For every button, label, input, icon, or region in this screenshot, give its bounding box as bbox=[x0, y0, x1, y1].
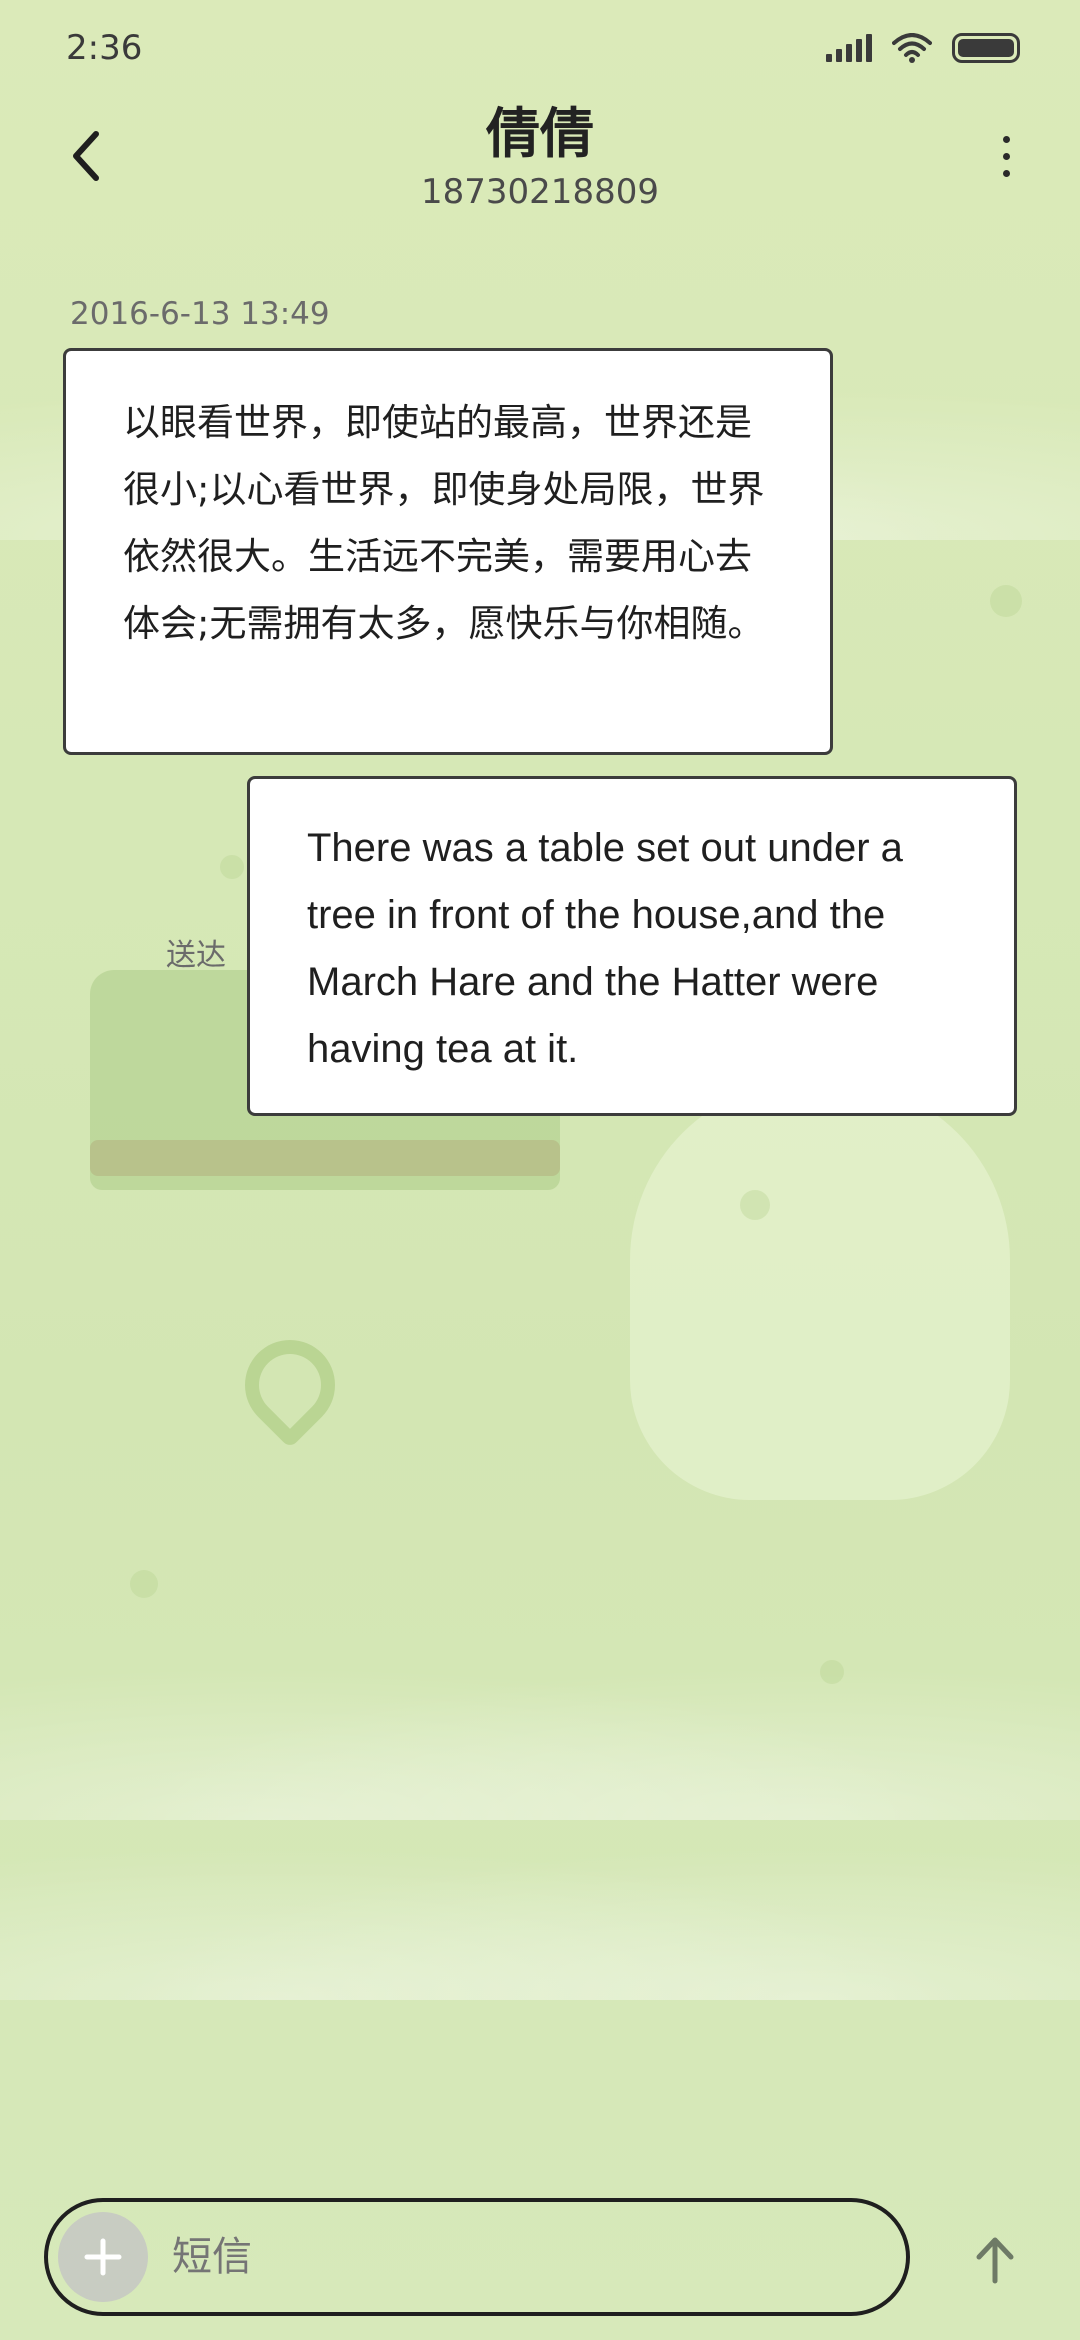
contact-info: 倩倩 18730218809 bbox=[0, 96, 1080, 212]
background-dot bbox=[820, 1660, 844, 1684]
wifi-icon bbox=[892, 33, 932, 63]
background-heart-shape bbox=[226, 1321, 354, 1449]
signal-icon bbox=[826, 34, 872, 62]
send-arrow-icon[interactable] bbox=[960, 2225, 1030, 2295]
message-text: There was a table set out under a tree i… bbox=[307, 826, 903, 1071]
plus-icon[interactable] bbox=[58, 2212, 148, 2302]
background-dot bbox=[130, 1570, 158, 1598]
outgoing-message-bubble[interactable]: There was a table set out under a tree i… bbox=[247, 776, 1017, 1116]
message-input[interactable] bbox=[172, 2234, 822, 2280]
message-composer bbox=[44, 2198, 910, 2316]
background-cake-plate bbox=[90, 1140, 560, 1176]
background-dot bbox=[990, 585, 1022, 617]
contact-name: 倩倩 bbox=[486, 102, 594, 165]
battery-icon bbox=[952, 33, 1020, 63]
more-vertical-icon[interactable] bbox=[986, 126, 1026, 186]
status-bar: 2:36 bbox=[0, 0, 1080, 96]
background-dot bbox=[220, 855, 244, 879]
delivery-status: 送达 bbox=[166, 938, 226, 973]
status-time: 2:36 bbox=[66, 28, 143, 68]
incoming-message-bubble[interactable]: 以眼看世界，即使站的最高，世界还是很小;以心看世界，即使身处局限，世界依然很大。… bbox=[63, 348, 833, 755]
background-wave bbox=[0, 1640, 1080, 1820]
contact-phone-number: 18730218809 bbox=[421, 172, 659, 212]
background-bunny-illustration bbox=[630, 1080, 1010, 1500]
conversation-header: 倩倩 18730218809 bbox=[0, 96, 1080, 226]
background-dot bbox=[740, 1190, 770, 1220]
message-timestamp: 2016-6-13 13:49 bbox=[70, 296, 330, 332]
status-icons bbox=[826, 33, 1020, 63]
background-wave bbox=[0, 1820, 1080, 2000]
message-text: 以眼看世界，即使站的最高，世界还是很小;以心看世界，即使身处局限，世界依然很大。… bbox=[123, 401, 765, 645]
